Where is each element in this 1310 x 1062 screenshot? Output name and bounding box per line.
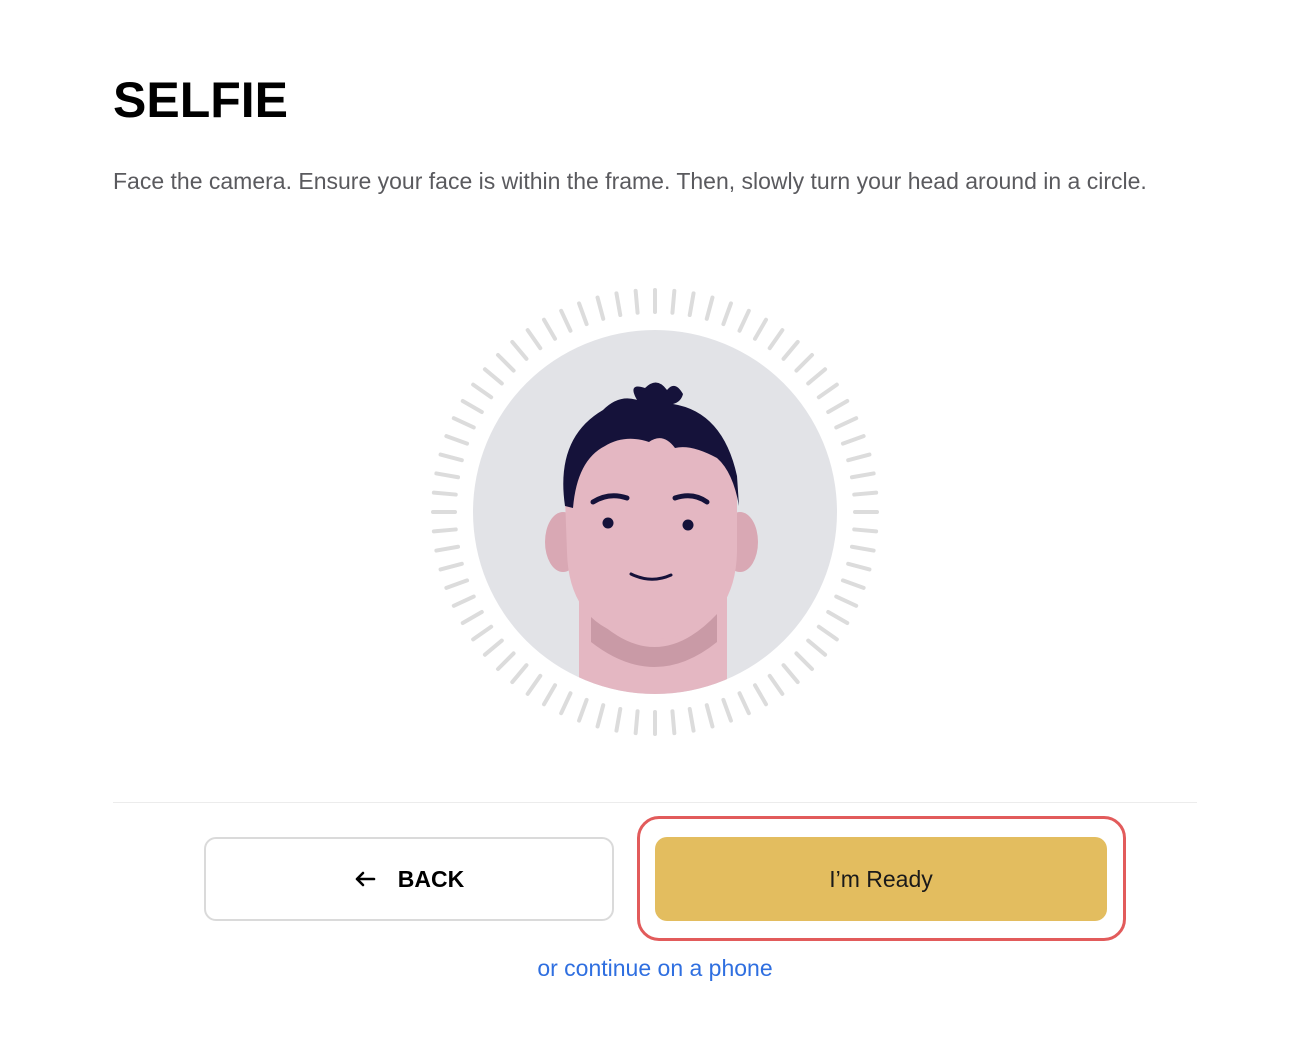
selfie-illustration [405, 262, 905, 762]
progress-tick [434, 471, 461, 480]
face-avatar-icon [431, 288, 879, 736]
progress-tick [781, 663, 800, 685]
progress-tick [794, 651, 814, 671]
progress-tick [460, 399, 484, 414]
progress-tick [525, 673, 543, 696]
progress-tick [482, 367, 504, 386]
progress-tick [687, 706, 696, 733]
progress-tick [704, 703, 715, 729]
progress-tick [767, 673, 785, 696]
progress-tick [496, 353, 516, 373]
progress-tick [781, 339, 800, 361]
progress-tick [816, 624, 839, 642]
progress-tick [614, 706, 623, 733]
progress-tick [794, 353, 814, 373]
progress-tick [496, 651, 516, 671]
arrow-left-icon [354, 871, 376, 887]
back-button[interactable]: BACK [204, 837, 614, 921]
progress-tick [482, 638, 504, 657]
progress-tick [753, 683, 768, 707]
progress-tick [451, 594, 476, 608]
progress-tick [852, 490, 879, 497]
progress-tick [737, 691, 751, 716]
progress-tick [834, 416, 859, 430]
progress-tick [525, 328, 543, 351]
progress-tick [840, 578, 866, 590]
progress-tick [510, 339, 529, 361]
continue-on-phone-link[interactable]: or continue on a phone [0, 952, 1310, 984]
page-title: SELFIE [113, 72, 289, 128]
progress-tick [737, 308, 751, 333]
progress-tick [542, 317, 557, 341]
progress-tick [687, 291, 696, 318]
progress-tick [753, 317, 768, 341]
progress-tick [846, 561, 872, 572]
progress-tick [595, 295, 606, 321]
progress-tick [840, 434, 866, 446]
progress-tick [595, 703, 606, 729]
progress-tick [471, 624, 494, 642]
progress-tick [670, 709, 677, 736]
progress-tick [444, 434, 470, 446]
progress-tick [846, 452, 872, 463]
progress-tick [721, 301, 733, 327]
progress-tick [704, 295, 715, 321]
progress-tick [721, 697, 733, 723]
progress-tick [431, 527, 458, 534]
progress-tick [471, 382, 494, 400]
progress-tick [542, 683, 557, 707]
progress-tick [577, 301, 589, 327]
progress-tick [559, 308, 573, 333]
divider [113, 802, 1197, 803]
progress-tick [460, 610, 484, 625]
progress-tick [816, 382, 839, 400]
progress-tick [767, 328, 785, 351]
progress-tick [559, 691, 573, 716]
progress-tick [438, 452, 464, 463]
progress-tick [849, 471, 876, 480]
progress-tick [806, 367, 828, 386]
progress-tick [826, 399, 850, 414]
back-button-label: BACK [397, 865, 465, 892]
progress-tick [826, 610, 850, 625]
progress-tick [633, 288, 640, 315]
progress-tick [849, 544, 876, 553]
ready-button-label: I’m Ready [829, 865, 933, 892]
progress-tick [670, 288, 677, 315]
progress-tick [444, 578, 470, 590]
progress-tick [834, 594, 859, 608]
progress-tick [614, 291, 623, 318]
progress-tick [431, 490, 458, 497]
progress-tick [451, 416, 476, 430]
progress-tick [577, 697, 589, 723]
instructions-text: Face the camera. Ensure your face is wit… [113, 168, 1147, 194]
progress-tick [510, 663, 529, 685]
progress-tick [633, 709, 640, 736]
progress-tick [438, 561, 464, 572]
progress-tick [434, 544, 461, 553]
progress-tick [806, 638, 828, 657]
ready-button[interactable]: I’m Ready [655, 837, 1107, 921]
progress-tick [852, 527, 879, 534]
